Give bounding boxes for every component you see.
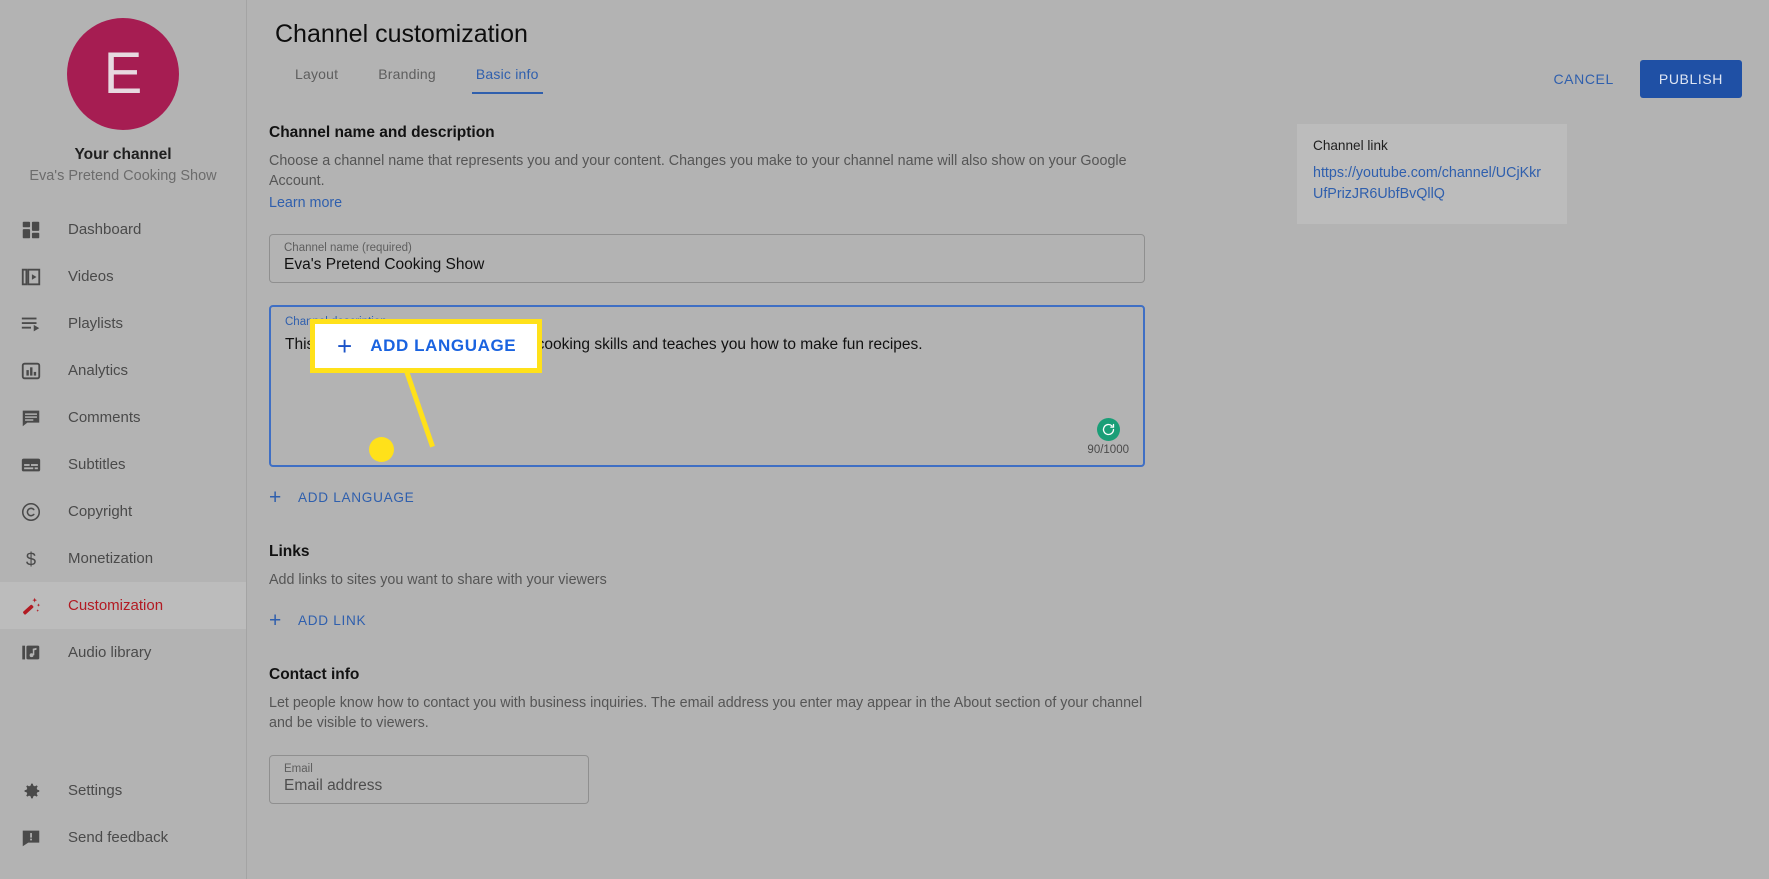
avatar: E [67, 18, 179, 130]
sidebar: E Your channel Eva's Pretend Cooking Sho… [0, 0, 247, 879]
tab-basic-info[interactable]: Basic info [456, 66, 559, 94]
copyright-icon [16, 500, 46, 524]
learn-more-link[interactable]: Learn more [269, 195, 342, 211]
sidebar-item-settings[interactable]: Settings [0, 767, 246, 814]
channel-link-url[interactable]: https://youtube.com/channel/UCjKkrUfPriz… [1313, 163, 1551, 206]
channel-block: E Your channel Eva's Pretend Cooking Sho… [0, 0, 246, 184]
callout-label: ADD LANGUAGE [370, 336, 517, 355]
videos-icon [16, 265, 46, 289]
sidebar-item-playlists[interactable]: Playlists [0, 300, 246, 347]
sidebar-item-label: Send feedback [68, 829, 169, 846]
dashboard-icon [16, 218, 46, 242]
sidebar-nav: Dashboard Videos Playlists Analytics Com… [0, 206, 246, 676]
subtitles-icon [16, 453, 46, 477]
main-area: Channel customization Layout Branding Ba… [247, 0, 1769, 879]
callout-target-dot [369, 437, 394, 462]
sidebar-item-comments[interactable]: Comments [0, 394, 246, 441]
gear-icon [16, 779, 46, 803]
monetization-icon: $ [16, 547, 46, 571]
playlists-icon [16, 312, 46, 336]
sidebar-item-send-feedback[interactable]: Send feedback [0, 814, 246, 861]
channel-name-section: Channel name and description Choose a ch… [269, 124, 1149, 212]
tab-layout[interactable]: Layout [275, 66, 358, 94]
links-section: Links Add links to sites you want to sha… [269, 543, 1149, 632]
sidebar-item-label: Customization [68, 597, 164, 614]
sidebar-item-monetization[interactable]: $ Monetization [0, 535, 246, 582]
cancel-button[interactable]: CANCEL [1553, 71, 1613, 87]
sidebar-item-analytics[interactable]: Analytics [0, 347, 246, 394]
add-language-link[interactable]: + ADD LANGUAGE [269, 487, 414, 508]
sidebar-item-label: Settings [68, 782, 123, 799]
translate-refresh-icon[interactable] [1096, 417, 1120, 441]
svg-text:$: $ [26, 548, 36, 569]
sidebar-item-subtitles[interactable]: Subtitles [0, 441, 246, 488]
description-counter-group: 90/1000 [1087, 417, 1129, 456]
comments-icon [16, 406, 46, 430]
links-title: Links [269, 542, 310, 560]
sidebar-item-label: Monetization [68, 550, 154, 567]
sidebar-item-label: Subtitles [68, 456, 126, 473]
content-region: Channel name and description Choose a ch… [247, 112, 1769, 879]
sidebar-item-audio-library[interactable]: Audio library [0, 629, 246, 676]
channel-link-label: Channel link [1313, 138, 1388, 153]
publish-button[interactable]: PUBLISH [1639, 60, 1742, 98]
contact-description: Let people know how to contact you with … [269, 694, 1143, 732]
email-placeholder: Email address [284, 777, 383, 795]
add-link-label: ADD LINK [297, 612, 367, 628]
sidebar-item-label: Comments [68, 409, 141, 426]
email-label: Email [284, 763, 313, 776]
add-language-label: ADD LANGUAGE [297, 489, 415, 505]
page-title: Channel customization [275, 20, 528, 48]
sidebar-item-label: Dashboard [68, 221, 142, 238]
contact-title: Contact info [269, 665, 360, 683]
character-counter: 90/1000 [1087, 443, 1129, 456]
sidebar-bottom-nav: Settings Send feedback [0, 767, 246, 879]
add-language-callout[interactable]: + ADD LANGUAGE [310, 319, 542, 373]
feedback-icon [16, 826, 46, 850]
your-channel-label: Your channel [74, 146, 172, 163]
youtube-studio-window: E Your channel Eva's Pretend Cooking Sho… [0, 0, 1769, 879]
header-actions: CANCEL PUBLISH [1553, 60, 1742, 98]
magic-wand-icon [16, 594, 46, 618]
section-title: Channel name and description [269, 124, 495, 141]
plus-icon: + [337, 331, 353, 361]
analytics-icon [16, 359, 46, 383]
links-description: Add links to sites you want to share wit… [269, 571, 607, 588]
plus-icon: + [269, 608, 282, 632]
channel-name-label: Eva's Pretend Cooking Show [29, 168, 217, 184]
sidebar-item-copyright[interactable]: Copyright [0, 488, 246, 535]
channel-name-label: Channel name (required) [284, 241, 412, 254]
sidebar-item-label: Audio library [68, 644, 152, 661]
section-description: Choose a channel name that represents yo… [269, 153, 1127, 190]
sidebar-item-label: Playlists [68, 315, 124, 332]
tab-bar: Layout Branding Basic info [275, 66, 559, 94]
tab-branding[interactable]: Branding [358, 66, 456, 94]
sidebar-item-dashboard[interactable]: Dashboard [0, 206, 246, 253]
contact-info-section: Contact info Let people know how to cont… [269, 666, 1149, 805]
sidebar-item-customization[interactable]: Customization [0, 582, 246, 629]
form-column: Channel name and description Choose a ch… [269, 124, 1149, 805]
email-input[interactable]: Email Email address [269, 755, 589, 805]
sidebar-item-label: Videos [68, 268, 114, 285]
plus-icon: + [269, 485, 282, 509]
channel-name-input[interactable]: Channel name (required) Eva's Pretend Co… [269, 233, 1145, 283]
sidebar-item-videos[interactable]: Videos [0, 253, 246, 300]
add-link-button[interactable]: + ADD LINK [269, 610, 366, 631]
audio-library-icon [16, 641, 46, 665]
channel-name-value: Eva's Pretend Cooking Show [284, 255, 485, 273]
sidebar-item-label: Copyright [68, 503, 133, 520]
channel-link-card: Channel link https://youtube.com/channel… [1297, 124, 1567, 224]
sidebar-item-label: Analytics [68, 362, 129, 379]
